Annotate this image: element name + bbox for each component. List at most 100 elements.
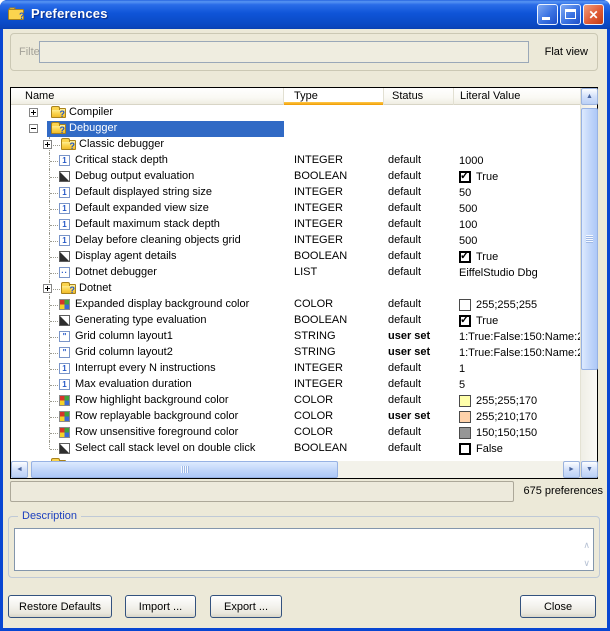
pref-status [384,105,454,121]
expand-toggle-icon[interactable] [43,140,52,149]
horizontal-scrollbar[interactable]: ◄ ► [11,461,580,478]
pref-row[interactable]: 1Interrupt every N instructionsINTEGERde… [11,361,580,377]
pref-row[interactable]: 1Default displayed string sizeINTEGERdef… [11,185,580,201]
description-scroll-down-icon: ∨ [583,559,590,568]
pref-status: default [384,233,454,249]
pref-row[interactable]: 1Delay before cleaning objects gridINTEG… [11,233,580,249]
minimize-icon [542,17,550,20]
pref-row[interactable]: ..Dotnet debuggerLISTdefaultEiffelStudio… [11,265,580,281]
restore-defaults-button[interactable]: Restore Defaults [8,595,112,618]
expand-toggle-icon[interactable] [43,284,52,293]
checkbox-checked-icon[interactable]: ✓ [459,251,471,263]
import-button[interactable]: Import ... [125,595,196,618]
folder-name: Compiler [69,105,113,120]
table-rows: ?Compiler?Debugger?Classic debugger1Crit… [11,105,580,461]
folder-name: Dotnet [79,281,111,296]
pref-value: 255;255;255 [454,297,580,313]
svg-text:?: ? [19,11,25,20]
tree-folder-row[interactable]: ?Compiler [11,105,580,121]
tree-folder-row[interactable]: ?Classic debugger [11,137,580,153]
pref-row[interactable]: 1Max evaluation durationINTEGERdefault5 [11,377,580,393]
boolean-type-icon [59,251,70,262]
minimize-button[interactable] [537,4,558,25]
pref-value-text: 5 [459,378,465,393]
pref-row[interactable]: Generating type evaluationBOOLEANdefault… [11,313,580,329]
pref-value [454,281,580,297]
checkbox-checked-icon[interactable]: ✓ [459,315,471,327]
pref-row[interactable]: Select call stack level on double clickB… [11,441,580,457]
name-cell: 1Delay before cleaning objects grid [11,233,284,249]
scroll-left-button[interactable]: ◄ [11,461,28,478]
pref-name: Default expanded view size [75,201,209,216]
close-button[interactable]: ✕ [583,4,604,25]
collapse-toggle-icon[interactable] [29,124,38,133]
close-dialog-button[interactable]: Close [520,595,596,618]
pref-value: ✓True [454,313,580,329]
pref-row[interactable]: Display agent detailsBOOLEANdefault✓True [11,249,580,265]
scroll-down-button[interactable]: ▼ [581,461,598,478]
pref-value: ✓False [454,441,580,457]
pref-status: default [384,169,454,185]
column-header-name[interactable]: Name [11,88,284,105]
name-cell: ?Dotnet [11,281,284,297]
pref-value: 1:True:False:150:Name:2: [454,345,580,361]
column-header-type[interactable]: Type [284,88,384,105]
maximize-button[interactable] [560,4,581,25]
pref-row[interactable]: "Grid column layout1STRINGuser set1:True… [11,329,580,345]
column-header-status[interactable]: Status [384,88,454,105]
export-button[interactable]: Export ... [210,595,282,618]
pref-value-text: 1 [459,362,465,377]
pref-row[interactable]: Row highlight background colorCOLORdefau… [11,393,580,409]
tree-folder-row[interactable]: ?Dotnet [11,281,580,297]
tree-folder-row[interactable]: ?Debugger [11,121,580,137]
pref-row[interactable]: "Grid column layout2STRINGuser set1:True… [11,345,580,361]
scroll-up-button[interactable]: ▲ [581,88,598,105]
pref-name: Display agent details [75,249,177,264]
pref-value: 1000 [454,153,580,169]
pref-row[interactable]: 1Default expanded view sizeINTEGERdefaul… [11,201,580,217]
description-text-area[interactable]: ∧ ∨ [14,528,594,571]
pref-status: default [384,297,454,313]
pref-value: 500 [454,233,580,249]
color-type-icon [59,427,70,438]
folder-icon: ? [61,140,76,150]
vertical-scrollbar-thumb[interactable] [581,108,598,370]
pref-row[interactable]: Row unsensitive foreground colorCOLORdef… [11,425,580,441]
pref-row[interactable]: Expanded display background colorCOLORde… [11,297,580,313]
pref-type: INTEGER [284,377,384,393]
pref-name: Row highlight background color [75,393,228,408]
pref-value [454,137,580,153]
pref-value-text: 255;255;170 [476,394,537,409]
pref-name: Select call stack level on double click [75,441,255,456]
pref-row[interactable]: 1Default maximum stack depthINTEGERdefau… [11,217,580,233]
scroll-right-button[interactable]: ► [563,461,580,478]
name-cell: Generating type evaluation [11,313,284,329]
titlebar[interactable]: ? Preferences ✕ [0,0,610,29]
pref-type [284,121,384,137]
pref-value [454,121,580,137]
filter-input[interactable] [39,41,529,63]
expand-toggle-icon[interactable] [29,108,38,117]
pref-row[interactable]: Row replayable background colorCOLORuser… [11,409,580,425]
boolean-type-icon [59,171,70,182]
flat-view-toggle[interactable]: Flat view [545,46,588,58]
pref-value: 150;150;150 [454,425,580,441]
horizontal-scrollbar-thumb[interactable] [31,461,338,478]
pref-value-text: 500 [459,234,477,249]
checkbox-unchecked-icon[interactable]: ✓ [459,443,471,455]
string-type-icon: " [59,347,70,358]
color-swatch [459,395,471,407]
pref-status: default [384,377,454,393]
pref-row[interactable]: 1Critical stack depthINTEGERdefault1000 [11,153,580,169]
pref-type: BOOLEAN [284,313,384,329]
checkbox-checked-icon[interactable]: ✓ [459,171,471,183]
pref-value: ✓True [454,169,580,185]
integer-type-icon: 1 [59,187,70,198]
pref-status [384,281,454,297]
color-type-icon [59,411,70,422]
vertical-scrollbar[interactable]: ▲ ▼ [580,88,597,478]
folder-icon: ? [51,108,66,118]
pref-row[interactable]: Debug output evaluationBOOLEANdefault✓Tr… [11,169,580,185]
folder-question-mark: ? [60,110,66,119]
column-header-literal-value[interactable]: Literal Value [454,88,580,105]
